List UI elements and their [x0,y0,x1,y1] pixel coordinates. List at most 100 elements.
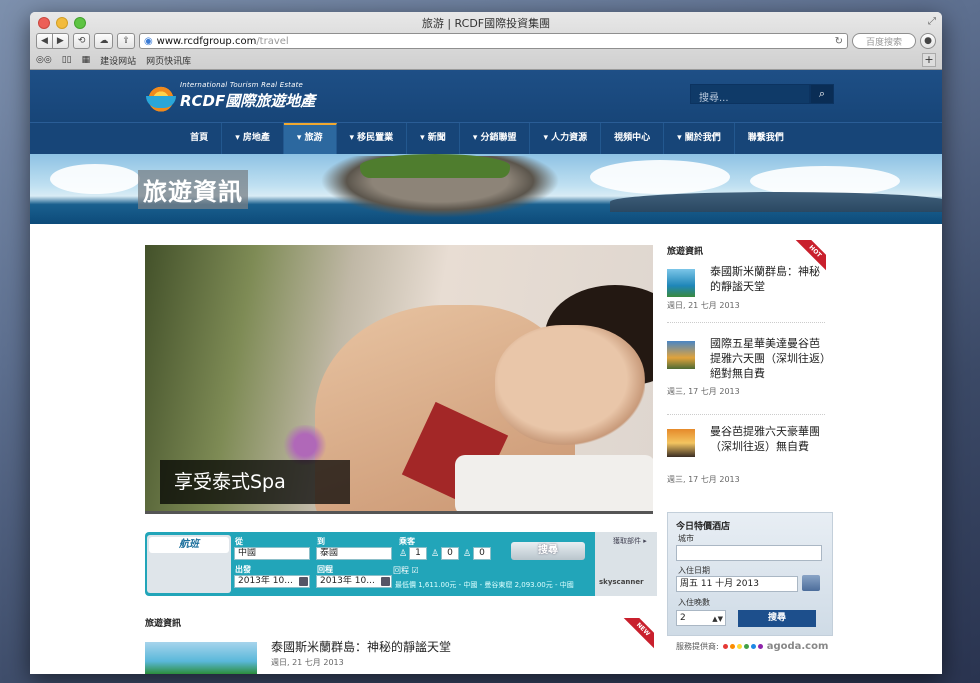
flight-search-button[interactable]: 搜尋 [511,542,585,560]
new-badge: NEW [620,618,654,652]
nav-item-news[interactable]: ▾ 新聞 [407,123,460,154]
return-label: 回程 [317,565,333,574]
glasses-icon[interactable]: ◎◎ [36,55,52,65]
globe-icon: ◉ [143,35,153,47]
return-date-input[interactable]: 2013年 10... [316,575,392,588]
sidebar-item-title[interactable]: 泰國斯米蘭群島：神秘的靜謐天堂 [710,264,828,294]
provider-credit: 服務提供商: agoda.com [676,641,828,652]
skyscanner-logo[interactable]: skyscanner [599,578,644,586]
tab-flights[interactable]: 航班 [149,537,229,553]
sidebar-thumbnail[interactable] [667,429,695,457]
bookmark-1[interactable]: 建设网站 [100,54,136,67]
depart-date-input[interactable]: 2013年 10... [234,575,310,588]
calendar-icon[interactable] [299,577,308,586]
history-buttons: ◀ ▶ [36,33,69,49]
nights-label: 入住晚數 [678,598,710,607]
sidebar-thumbnail[interactable] [667,341,695,369]
browser-toolbar: ◀ ▶ ⟲ ☁ ⇪ ◉ www.rcdfgroup.com/travel ↻ 百… [36,32,936,50]
sidebar-item-date: 週三, 17 七月 2013 [667,387,740,396]
sidebar-thumbnail[interactable] [667,269,695,297]
flower-image [275,425,335,465]
url-path: /travel [256,35,289,47]
logo-title: RCDF國際旅遊地產 [180,92,316,110]
bookmark-2[interactable]: 网页快讯库 [146,54,191,67]
cloud-decoration [50,164,140,194]
slider-caption[interactable]: 享受泰式Spa [160,460,350,504]
nav-item-about[interactable]: ▾ 關於我們 [664,123,735,154]
news-thumbnail[interactable] [145,642,257,674]
from-input[interactable]: 中國 [234,547,310,560]
checkin-date-input[interactable]: 周五 11 十月 2013 [676,576,798,592]
site-search: 搜尋... ⌕ [690,84,834,104]
page-banner: 旅遊資訊 [30,154,942,224]
window-title: 旅游 | RCDF國際投資集團 [421,17,551,30]
featured-slider[interactable]: 享受泰式Spa [145,245,653,511]
sidebar-item-title[interactable]: 國際五星華美達曼谷芭提雅六天團（深圳往返）絕對無自費 [710,336,828,381]
news-item-title[interactable]: 泰國斯米蘭群島：神秘的靜謐天堂 [271,638,451,655]
share-icon[interactable]: ⇪ [117,33,135,49]
main-nav: 首頁 ▾ 房地產 ▾ 旅游 ▾ 移民置業 ▾ 新聞 ▾ 分銷聯盟 ▾ 人力資源 … [30,122,942,154]
checkin-label: 入住日期 [678,566,710,575]
passengers-label: 乘客 [399,537,415,546]
browser-window: 旅游 | RCDF國際投資集團 ⤢ ◀ ▶ ⟲ ☁ ⇪ ◉ www.rcdfgr… [30,12,942,674]
nav-item-travel[interactable]: ▾ 旅游 [283,123,337,154]
forward-button[interactable]: ▶ [52,33,69,49]
infants-input[interactable]: 0 [473,547,491,560]
logo-subtitle: International Tourism Real Estate [180,81,304,89]
browser-search-input[interactable]: 百度搜索 [852,33,916,49]
nav-item-affiliates[interactable]: ▾ 分銷聯盟 [460,123,531,154]
to-input[interactable]: 泰國 [316,547,392,560]
nav-item-immigration[interactable]: ▾ 移民置業 [337,123,408,154]
fullscreen-icon[interactable]: ⤢ [928,16,936,27]
grid-icon[interactable]: ▦ [82,55,91,65]
flight-tab-panel: 航班 [147,535,231,593]
from-label: 從 [235,537,243,546]
nav-item-video[interactable]: 視頻中心 [601,123,665,154]
lowest-price-ticker: 最低價 1,611.00元 - 中國 - 曼谷東窟 2,093.00元 - 中國 [395,581,574,589]
site-logo[interactable]: International Tourism Real Estate RCDF國際… [144,76,315,116]
nav-item-home[interactable]: 首頁 [177,123,223,154]
city-label: 城市 [678,534,694,543]
cloud-icon[interactable]: ☁ [94,33,114,49]
skyscanner-panel: 獲取部件 ▸ skyscanner [595,532,657,596]
hotel-search-button[interactable]: 搜尋 [738,610,816,627]
browser-titlebar: 旅游 | RCDF國際投資集團 ⤢ ◀ ▶ ⟲ ☁ ⇪ ◉ www.rcdfgr… [30,12,942,70]
search-icon[interactable]: ⌕ [810,84,834,104]
infant-icon: ♙ [463,549,472,559]
agoda-logo[interactable]: agoda.com [767,641,829,652]
news-section-title: 旅遊資訊 [145,619,182,629]
nav-item-hr[interactable]: ▾ 人力資源 [530,123,602,154]
reader-icon[interactable]: ⟲ [72,33,91,49]
back-button[interactable]: ◀ [36,33,53,49]
book-icon[interactable]: ▯▯ [62,55,72,65]
site-header: International Tourism Real Estate RCDF國際… [30,70,942,122]
roundtrip-checkbox[interactable]: 回程 ☑ [393,565,419,576]
sidebar-title: 旅遊資訊 [667,247,704,257]
slider-progress-bar [145,511,653,514]
sidebar-item-date: 週三, 17 七月 2013 [667,475,740,484]
nav-item-contact[interactable]: 聯繫我們 [735,123,797,154]
bookmarks-bar: ◎◎ ▯▯ ▦ 建设网站 网页快讯库 + [36,52,936,68]
news-item-date: 週日, 21 七月 2013 [271,658,344,667]
site-search-input[interactable]: 搜尋... [690,84,810,104]
get-widget-link[interactable]: 獲取部件 ▸ [613,536,647,546]
address-bar[interactable]: ◉ www.rcdfgroup.com/travel ↻ [138,33,848,49]
nights-select[interactable]: 2 ▲▼ [676,610,726,626]
new-badge-label: NEW [621,618,654,652]
child-icon: ♙ [431,549,440,559]
new-tab-button[interactable]: + [922,53,936,67]
nav-item-real-estate[interactable]: ▾ 房地產 [222,123,284,154]
adults-input[interactable]: 1 [409,547,427,560]
calendar-icon[interactable] [802,575,820,591]
reload-icon[interactable]: ↻ [835,36,843,47]
slider-image-face [495,325,645,445]
download-icon[interactable]: ● [920,33,936,49]
children-input[interactable]: 0 [441,547,459,560]
url-domain: www.rcdfgroup.com [156,35,257,47]
stepper-icon: ▲▼ [712,615,723,623]
calendar-icon[interactable] [381,577,390,586]
agoda-dots-icon [722,644,763,649]
cloud-decoration [590,160,730,194]
city-input[interactable] [676,545,822,561]
sidebar-item-title[interactable]: 曼谷芭提雅六天豪華團（深圳往返）無自費 [710,424,828,454]
